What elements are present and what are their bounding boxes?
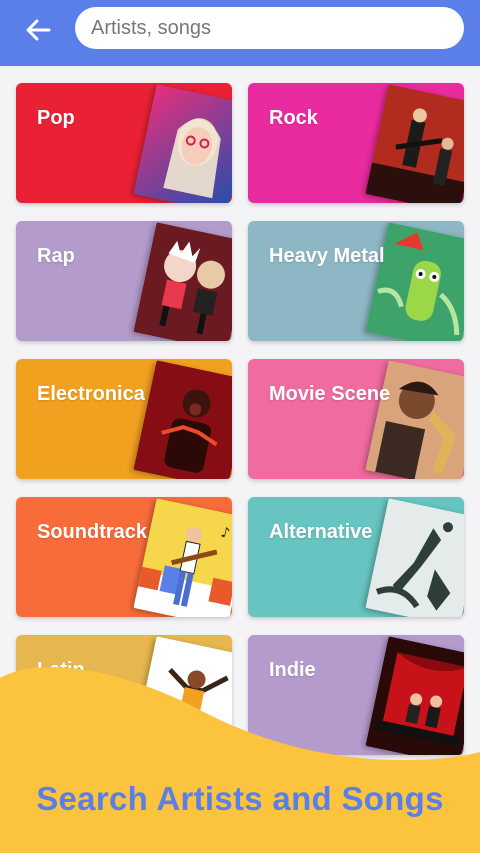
genre-artwork <box>365 498 464 617</box>
genre-artwork <box>365 360 464 479</box>
arrow-left-icon <box>26 19 51 41</box>
genre-artwork <box>365 84 464 203</box>
genre-card-rock[interactable]: Rock <box>248 83 464 203</box>
genre-artwork <box>133 360 232 479</box>
back-button[interactable] <box>18 12 58 48</box>
genre-card-alternative[interactable]: Alternative <box>248 497 464 617</box>
genre-label: Electronica <box>37 383 145 405</box>
genre-label: Pop <box>37 107 75 129</box>
genre-card-pop[interactable]: Pop <box>16 83 232 203</box>
search-input[interactable] <box>75 7 464 49</box>
genre-label: Rock <box>269 107 318 129</box>
genre-label: Movie Scene <box>269 383 391 405</box>
genre-label: Alternative <box>269 521 373 543</box>
promo-wave-background <box>0 667 480 853</box>
genre-card-heavy-metal[interactable]: Heavy Metal <box>248 221 464 341</box>
genre-label: Rap <box>37 245 75 267</box>
top-app-bar <box>0 0 480 66</box>
genre-card-soundtrack[interactable]: Soundtrack ♪ <box>16 497 232 617</box>
genre-artwork <box>133 222 232 341</box>
genre-card-movie-scene[interactable]: Movie Scene <box>248 359 464 479</box>
genre-artwork: ♪ <box>133 498 232 617</box>
genre-card-electronica[interactable]: Electronica <box>16 359 232 479</box>
genre-artwork <box>365 222 464 341</box>
genre-card-rap[interactable]: Rap <box>16 221 232 341</box>
genre-label: Heavy Metal <box>269 245 385 267</box>
genre-label: Soundtrack <box>37 521 148 543</box>
genre-artwork <box>133 84 232 203</box>
promo-banner-text: Search Artists and Songs <box>36 780 444 817</box>
